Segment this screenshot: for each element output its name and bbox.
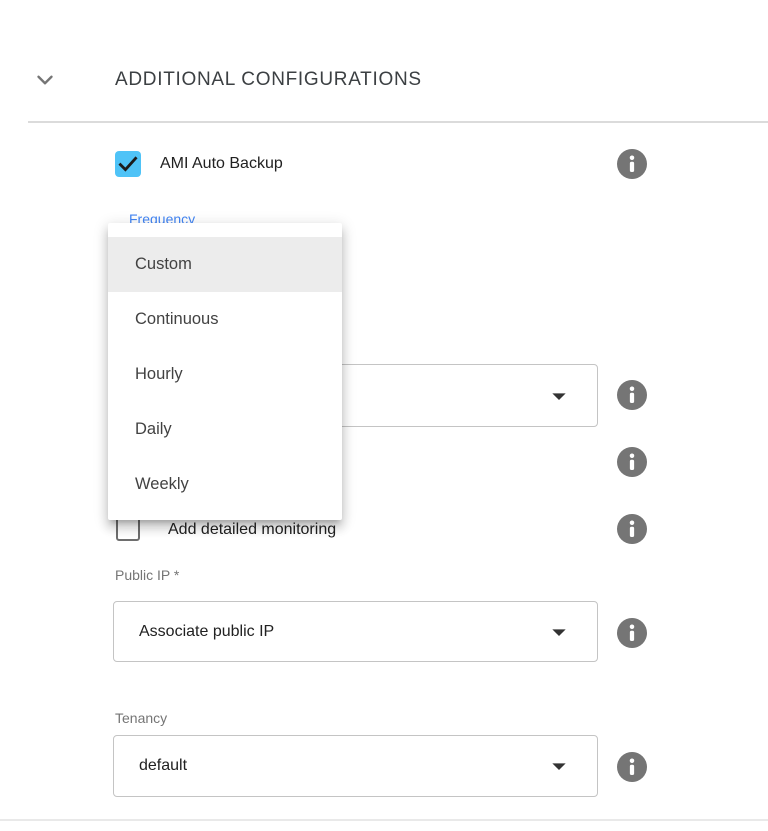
detailed-monitoring-label: Add detailed monitoring xyxy=(168,521,336,539)
caret-down-icon xyxy=(543,616,575,648)
caret-down-icon xyxy=(543,380,575,412)
tenancy-selected-value: default xyxy=(139,757,187,775)
menu-item[interactable]: Hourly xyxy=(108,347,342,402)
public-ip-selected-value: Associate public IP xyxy=(139,623,274,641)
tenancy-field-label: Tenancy xyxy=(115,710,167,726)
tenancy-select[interactable]: default xyxy=(113,735,598,797)
menu-item[interactable]: Custom xyxy=(108,237,342,292)
section-title: ADDITIONAL CONFIGURATIONS xyxy=(115,69,422,91)
info-icon xyxy=(617,618,647,648)
detailed-monitoring-info-icon[interactable] xyxy=(617,514,647,544)
public-ip-field-label: Public IP * xyxy=(115,567,179,583)
detailed-monitoring-checkbox[interactable] xyxy=(116,517,140,541)
ami-auto-backup-label: AMI Auto Backup xyxy=(160,155,283,173)
info-icon xyxy=(617,149,647,179)
hidden-row-info-icon[interactable] xyxy=(617,447,647,477)
bottom-divider xyxy=(0,819,768,821)
ami-auto-backup-info-icon[interactable] xyxy=(617,149,647,179)
menu-item[interactable]: Daily xyxy=(108,402,342,457)
info-icon xyxy=(617,752,647,782)
info-icon xyxy=(617,380,647,410)
menu-item[interactable]: Continuous xyxy=(108,292,342,347)
public-ip-info-icon[interactable] xyxy=(617,618,647,648)
additional-configurations-panel: ADDITIONAL CONFIGURATIONS AMI Auto Backu… xyxy=(0,0,768,831)
caret-down-icon xyxy=(543,750,575,782)
section-divider xyxy=(28,121,768,123)
tenancy-info-icon[interactable] xyxy=(617,752,647,782)
public-ip-select[interactable]: Associate public IP xyxy=(113,601,598,662)
info-icon xyxy=(617,514,647,544)
info-icon xyxy=(617,447,647,477)
chevron-down-icon xyxy=(32,67,58,93)
checkmark-icon xyxy=(115,151,141,177)
frequency-options-menu: Custom Continuous Hourly Daily Weekly xyxy=(108,223,342,520)
menu-item[interactable]: Weekly xyxy=(108,457,342,512)
frequency-info-icon[interactable] xyxy=(617,380,647,410)
ami-auto-backup-checkbox[interactable] xyxy=(115,151,141,177)
section-collapse-button[interactable] xyxy=(32,67,58,93)
